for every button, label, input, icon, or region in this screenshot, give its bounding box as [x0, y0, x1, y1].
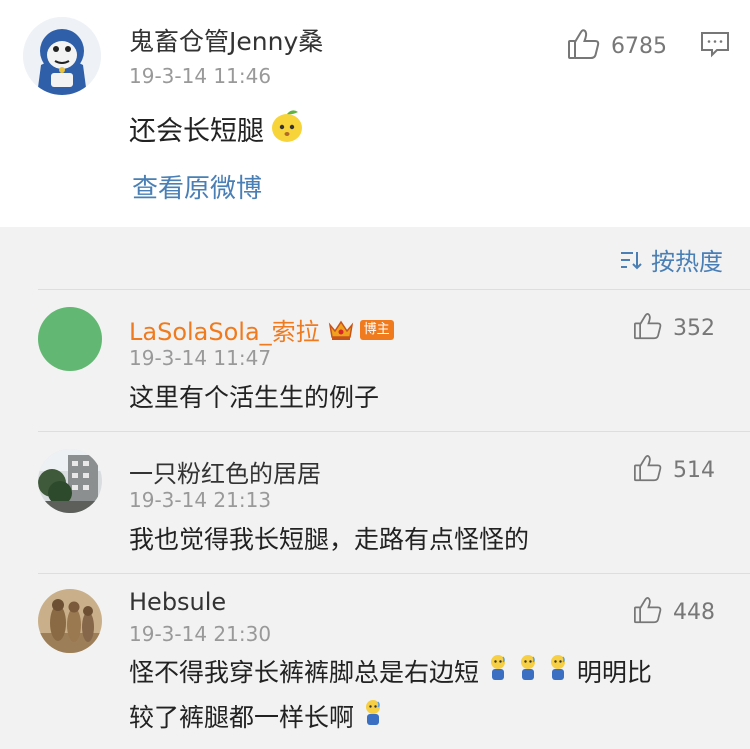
sort-label: 按热度 [651, 248, 723, 276]
comment-icon[interactable] [700, 30, 730, 62]
commenter-name-text: LaSolaSola_索拉 [129, 318, 320, 346]
commenter-avatar[interactable] [38, 449, 102, 513]
commenter-avatar[interactable] [38, 307, 102, 371]
comment-like-button[interactable]: 448 [633, 596, 715, 628]
post-author-avatar[interactable] [23, 17, 101, 95]
comment-text: 我也觉得我长短腿，走路有点怪怪的 [129, 525, 530, 554]
commenter-name[interactable]: LaSolaSola_索拉 博主 [129, 312, 394, 347]
comment-timestamp: 19-3-14 21:30 [129, 622, 272, 646]
comment-like-count: 448 [673, 599, 715, 625]
thumbs-up-icon [633, 596, 663, 628]
sweat-figure-emoji [517, 652, 539, 696]
post-like-button[interactable]: 6785 [567, 28, 667, 64]
thumbs-up-icon [633, 454, 663, 486]
post-author-name[interactable]: 鬼畜仓管Jenny桑 [129, 22, 323, 58]
sort-bar: 按热度 [0, 227, 750, 289]
comment-item: Hebsule 19-3-14 21:30 448 怪不得我穿长裤裤脚总是右边短… [0, 573, 750, 749]
post-text: 还会长短腿 [129, 116, 264, 147]
comment-like-button[interactable]: 352 [633, 312, 715, 344]
post-timestamp: 19-3-14 11:46 [129, 64, 272, 88]
crown-icon [328, 319, 354, 341]
post-like-count: 6785 [611, 33, 667, 59]
sweat-figure-emoji [362, 697, 384, 741]
commenter-avatar[interactable] [38, 589, 102, 653]
comment-item: LaSolaSola_索拉 博主 19-3-14 11:47 352 这里有个活… [0, 289, 750, 431]
commenter-name[interactable]: 一只粉红色的居居 [129, 454, 321, 489]
blogger-badge: 博主 [359, 319, 394, 340]
commenter-name[interactable]: Hebsule [129, 588, 226, 616]
comment-text-part: 怪不得我穿长裤裤脚总是右边短 [129, 658, 480, 687]
comment-text: 这里有个活生生的例子 [129, 383, 380, 412]
sort-by-hot-button[interactable]: 按热度 [619, 242, 723, 277]
post-content: 还会长短腿 [129, 106, 306, 151]
comment-like-count: 514 [673, 457, 715, 483]
original-post: 鬼畜仓管Jenny桑 19-3-14 11:46 6785 还会长短腿 查看原微… [0, 0, 750, 227]
comment-like-button[interactable]: 514 [633, 454, 715, 486]
thumbs-up-icon [567, 28, 601, 64]
sweat-figure-emoji [547, 652, 569, 696]
comment-text-part: 较了裤腿都一样长啊 [129, 703, 355, 732]
lemon-face-emoji [268, 106, 306, 151]
view-original-link[interactable]: 查看原微博 [132, 168, 262, 205]
comment-timestamp: 19-3-14 11:47 [129, 346, 272, 370]
sweat-figure-emoji [487, 652, 509, 696]
comment-item: 一只粉红色的居居 19-3-14 21:13 514 我也觉得我长短腿，走路有点… [0, 431, 750, 573]
comment-timestamp: 19-3-14 21:13 [129, 488, 272, 512]
thumbs-up-icon [633, 312, 663, 344]
comment-text-part: 明明比 [576, 658, 652, 687]
comment-like-count: 352 [673, 315, 715, 341]
sort-icon [621, 251, 642, 269]
comment-text: 怪不得我穿长裤裤脚总是右边短 明明比 较了裤腿都一样长啊 [129, 651, 719, 741]
